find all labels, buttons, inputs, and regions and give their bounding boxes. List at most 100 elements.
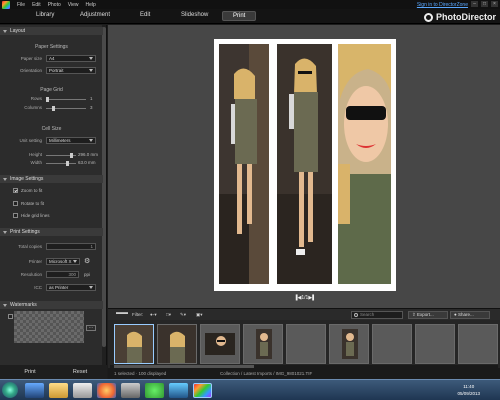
gear-icon[interactable]: ⚙: [84, 257, 90, 265]
rows-slider-handle[interactable]: [46, 97, 49, 102]
width-slider[interactable]: [46, 163, 76, 164]
app-icon[interactable]: [169, 383, 188, 398]
page-navigator[interactable]: ▐◀1/1▶▌: [294, 295, 316, 301]
thumbnail[interactable]: [329, 324, 369, 364]
rotate-to-fit-label: Rotate to fit: [21, 201, 45, 206]
paper-size-select[interactable]: A4: [46, 55, 96, 62]
unit-select[interactable]: Millimeters: [46, 137, 96, 144]
layout-section-header[interactable]: Layout: [0, 27, 103, 35]
tab-print[interactable]: Print: [222, 11, 257, 21]
tab-slideshow[interactable]: Slideshow: [181, 12, 208, 18]
thumbnail[interactable]: [458, 324, 498, 364]
search-icon: [354, 313, 358, 317]
section-title: Layout: [10, 28, 26, 34]
collapse-icon: [3, 230, 7, 234]
media-player-icon[interactable]: [73, 383, 92, 398]
collapse-icon: [3, 303, 7, 307]
print-settings-panel: Layout Paper Settings Paper size A4 Orie…: [0, 25, 107, 365]
photo-cell-2: [277, 44, 332, 284]
selection-status: 1 selected · 100 displayed: [114, 371, 167, 376]
edit-filter-button[interactable]: ✎▾: [180, 312, 186, 318]
print-settings-section-header[interactable]: Print Settings: [0, 228, 103, 236]
signin-link[interactable]: Sign in to DirectorZone: [417, 2, 468, 8]
unit-value: Millimeters: [49, 138, 71, 143]
zoom-to-fit-checkbox[interactable]: [13, 188, 18, 193]
chevron-down-icon: [89, 57, 93, 60]
photo-cell-1: [219, 44, 269, 284]
thumbnail[interactable]: [114, 324, 154, 364]
app-icon[interactable]: [121, 383, 140, 398]
add-watermark-checkbox[interactable]: [8, 314, 13, 319]
menu-view[interactable]: View: [68, 2, 79, 8]
internet-explorer-icon[interactable]: [25, 383, 44, 398]
watermark-more-button[interactable]: ...: [86, 325, 96, 331]
firefox-icon[interactable]: [97, 383, 116, 398]
share-button[interactable]: ● Share...: [450, 311, 490, 319]
hide-grid-lines-checkbox[interactable]: [13, 213, 18, 218]
chevron-down-icon: [89, 286, 93, 289]
hide-grid-lines-label: Hide grid lines: [21, 213, 50, 218]
file-explorer-icon[interactable]: [49, 383, 68, 398]
search-input[interactable]: Search: [351, 311, 403, 319]
export-button[interactable]: ⇪ Export...: [408, 311, 448, 319]
window-controls: – □ ×: [471, 1, 498, 7]
menu-photo[interactable]: Photo: [48, 2, 61, 8]
printer-label: Printer: [28, 259, 42, 264]
columns-slider-handle[interactable]: [52, 106, 55, 111]
close-button[interactable]: ×: [491, 1, 498, 7]
menu-bar: File Edit Photo View Help Sign in to Dir…: [0, 0, 500, 9]
photodirector-taskbar-icon[interactable]: [193, 383, 212, 398]
tab-edit[interactable]: Edit: [140, 12, 150, 18]
menu-edit[interactable]: Edit: [32, 2, 41, 8]
panel-scrollbar[interactable]: [102, 25, 106, 365]
scroll-thumb[interactable]: [102, 27, 106, 347]
icc-select[interactable]: as Printer: [46, 284, 96, 291]
thumbnail[interactable]: [200, 324, 240, 364]
grid-view-icon[interactable]: ▬▬: [116, 310, 128, 316]
tab-adjustment[interactable]: Adjustment: [80, 12, 110, 18]
resolution-label: Resolution: [20, 272, 42, 277]
search-placeholder: Search: [360, 312, 375, 317]
minimize-button[interactable]: –: [471, 1, 478, 7]
thumbnail[interactable]: [415, 324, 455, 364]
collapse-icon: [3, 29, 7, 33]
height-slider-handle[interactable]: [70, 153, 73, 158]
rating-filter-button[interactable]: ●◦▾: [150, 312, 157, 318]
app-icon: [2, 0, 10, 9]
rows-slider[interactable]: [46, 99, 86, 100]
width-slider-handle[interactable]: [66, 161, 69, 166]
icc-value: as Printer: [49, 285, 69, 290]
status-bar: 1 selected · 100 displayed Collection / …: [108, 368, 500, 379]
label-filter-button[interactable]: ▣▾: [196, 312, 203, 318]
orientation-select[interactable]: Portrait: [46, 67, 96, 74]
height-label: Height: [28, 152, 42, 157]
skype-icon[interactable]: [145, 383, 164, 398]
share-label: Share...: [457, 312, 474, 317]
resolution-input[interactable]: 300: [46, 271, 79, 278]
paper-size-label: Paper size: [20, 56, 42, 61]
thumbnail[interactable]: [286, 324, 326, 364]
thumbnail[interactable]: [157, 324, 197, 364]
clock-date: 05/09/2013: [457, 391, 480, 396]
thumbnail[interactable]: [243, 324, 283, 364]
rotate-to-fit-checkbox[interactable]: [13, 201, 18, 206]
collapse-icon: [3, 177, 7, 181]
image-settings-section-header[interactable]: Image Settings: [0, 175, 103, 183]
section-title: Watermarks: [10, 302, 37, 308]
reset-button[interactable]: Reset: [60, 367, 100, 377]
watermarks-section-header[interactable]: Watermarks: [0, 301, 103, 309]
section-title: Image Settings: [10, 176, 44, 182]
start-button-icon[interactable]: [2, 382, 18, 398]
columns-value: 3: [90, 105, 93, 110]
flag-filter-button[interactable]: □▾: [166, 312, 171, 318]
printer-select[interactable]: Microsoft X: [46, 258, 80, 265]
system-clock[interactable]: 11:40 05/09/2013: [457, 383, 480, 397]
menu-help[interactable]: Help: [86, 2, 96, 8]
total-copies-stepper[interactable]: 1: [46, 243, 96, 250]
print-button[interactable]: Print: [10, 367, 50, 377]
tab-library[interactable]: Library: [36, 12, 54, 18]
menu-file[interactable]: File: [17, 2, 25, 8]
maximize-button[interactable]: □: [481, 1, 488, 7]
width-value: 63.0 mm: [78, 160, 96, 165]
thumbnail[interactable]: [372, 324, 412, 364]
